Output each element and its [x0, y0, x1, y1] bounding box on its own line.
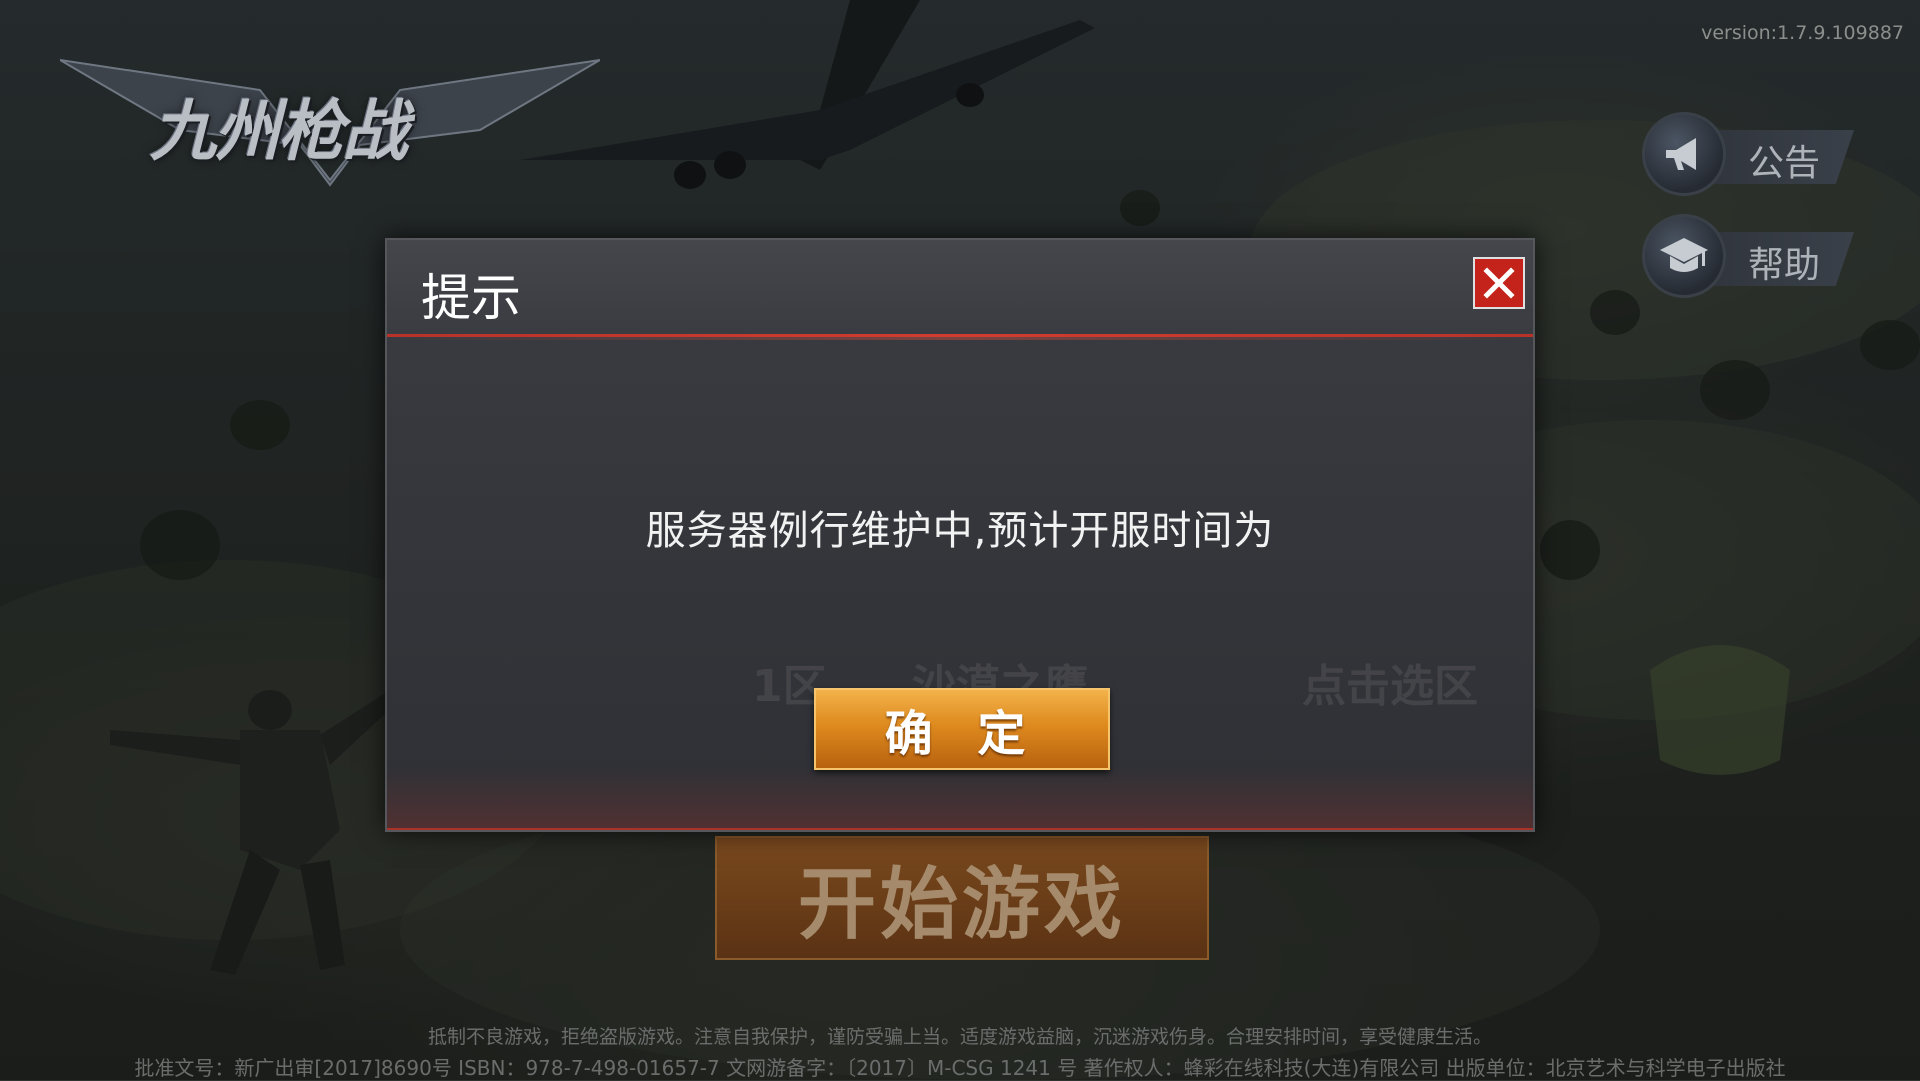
dialog-bottom-glow: [387, 768, 1533, 830]
announcement-button[interactable]: 公告: [1642, 112, 1862, 198]
dialog-close-button[interactable]: [1473, 257, 1525, 309]
graduation-cap-icon: [1660, 238, 1708, 272]
announcement-button-icon-circle: [1642, 112, 1726, 196]
dialog-header: 提示: [387, 240, 1533, 340]
close-icon: [1483, 267, 1515, 299]
game-logo-text: 九州枪战: [150, 93, 408, 170]
dialog-message: 服务器例行维护中,预计开服时间为: [645, 508, 1275, 554]
announcement-button-label: 公告: [1748, 143, 1821, 184]
confirm-button[interactable]: 确 定: [814, 688, 1110, 770]
help-button-icon-circle: [1642, 214, 1726, 298]
version-label: version:1.7.9.109887: [1701, 22, 1904, 44]
notice-dialog: 1区 沙漠之鹰 点击选区 提示 服务器例行维护中,预计开服时间为 确 定: [385, 238, 1535, 832]
ghost-text-select: 点击选区: [1302, 661, 1478, 712]
license-info-text: 批准文号：新广出审[2017]8690号 ISBN：978-7-498-0165…: [134, 1056, 1786, 1080]
start-game-button[interactable]: 开始游戏: [715, 836, 1209, 960]
dialog-title: 提示: [421, 269, 521, 327]
health-advisory-text: 抵制不良游戏，拒绝盗版游戏。注意自我保护，谨防受骗上当。适度游戏益脑，沉迷游戏伤…: [427, 1026, 1492, 1048]
help-button[interactable]: 帮助: [1642, 214, 1862, 300]
megaphone-icon: [1666, 138, 1696, 170]
help-button-label: 帮助: [1748, 245, 1821, 286]
